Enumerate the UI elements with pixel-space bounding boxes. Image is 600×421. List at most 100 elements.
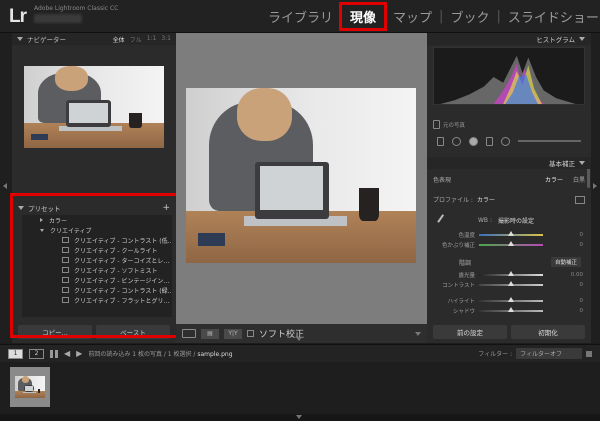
temp-track	[479, 231, 543, 236]
shadows-slider[interactable]: シャドウ 0	[427, 307, 591, 315]
filmstrip-source-path[interactable]: 前回の読み込み 1 枚の写真 / 1 枚選択 / sample.png	[88, 349, 232, 358]
preset-item[interactable]: クリエイティブ - ターコイズとレ…	[22, 255, 172, 265]
slider-knob[interactable]	[508, 307, 514, 312]
slider-value[interactable]: 0	[580, 282, 592, 288]
highlights-slider[interactable]: ハイライト 0	[427, 297, 591, 305]
copy-button[interactable]: コピー...	[18, 325, 92, 339]
preset-item[interactable]: クリエイティブ - フラットとグリ…	[22, 295, 172, 305]
module-slideshow[interactable]: スライドショー	[504, 7, 600, 26]
bottom-toggle-arrow-icon[interactable]	[296, 415, 302, 419]
preset-label: クリエイティブ - クールライト	[74, 247, 158, 255]
slider-knob[interactable]	[508, 297, 514, 302]
module-library[interactable]: ライブラリ	[264, 7, 337, 26]
eyedropper-icon[interactable]	[437, 214, 450, 227]
red-eye-tool-icon[interactable]	[469, 136, 478, 146]
preset-icon	[62, 297, 69, 303]
histogram-header[interactable]: ヒストグラム	[427, 33, 591, 45]
temp-slider[interactable]: 色温度 0	[427, 231, 591, 239]
contrast-slider[interactable]: コントラスト 0	[427, 281, 591, 289]
top-header: Lr Adobe Lightroom Classic CC ライブラリ 現像 マ…	[0, 0, 600, 33]
filmstrip-toggle-arrow-icon[interactable]	[296, 337, 302, 341]
forward-arrow-icon[interactable]: ▶	[76, 349, 82, 358]
slider-value[interactable]: 0	[580, 298, 592, 304]
original-photo-label: 元の写真	[443, 122, 466, 129]
slider-knob[interactable]	[508, 271, 514, 276]
preset-list: カラー クリエイティブ クリエイティブ - コントラスト (低… クリエイティブ…	[22, 215, 172, 317]
preset-item[interactable]: クリエイティブ - コントラスト (低…	[22, 235, 172, 245]
slider-knob[interactable]	[508, 281, 514, 286]
preset-item[interactable]: クリエイティブ - クールライト	[22, 245, 172, 255]
preset-item[interactable]: クリエイティブ - コントラスト (緑…	[22, 285, 172, 295]
module-book[interactable]: ブック	[446, 7, 493, 26]
tint-slider[interactable]: 色かぶり補正 0	[427, 241, 591, 249]
collapse-triangle-icon	[40, 228, 44, 232]
navigator-zoom-options: 全体 フル 1:1 3:1	[113, 35, 171, 44]
profile-browser-icon[interactable]	[575, 195, 585, 204]
filmstrip-thumbnail-cell[interactable]	[10, 367, 50, 407]
secondary-window-button[interactable]: 2	[29, 348, 44, 359]
spot-removal-tool-icon[interactable]	[452, 136, 461, 146]
exposure-slider[interactable]: 露光量 0.00	[427, 271, 591, 279]
preset-item[interactable]: クリエイティブ - ビンテージイン…	[22, 275, 172, 285]
paste-button[interactable]: ペースト	[96, 325, 170, 339]
graduated-filter-icon[interactable]	[486, 136, 493, 146]
module-separator: |	[439, 9, 444, 24]
add-preset-button[interactable]: +	[162, 203, 170, 213]
basic-panel-header[interactable]: 基本補正	[427, 157, 591, 169]
soft-proof-checkbox[interactable]	[247, 330, 254, 337]
filmstrip-thumbnail[interactable]	[15, 376, 45, 398]
treatment-bw-option[interactable]: 白黒	[573, 175, 585, 184]
preset-icon	[62, 237, 69, 243]
grid-view-icon[interactable]	[50, 349, 58, 358]
zoom-fill[interactable]: フル	[130, 35, 142, 44]
app-name: Adobe Lightroom Classic CC	[34, 5, 119, 12]
filter-select[interactable]: フィルターオフ	[516, 348, 582, 359]
treatment-color-option[interactable]: カラー	[545, 175, 563, 184]
reset-button[interactable]: 初期化	[511, 325, 585, 339]
before-after-split-button[interactable]: Y|Y	[224, 328, 242, 339]
preset-folder-creative[interactable]: クリエイティブ	[22, 225, 172, 235]
module-map[interactable]: マップ	[389, 7, 436, 26]
back-arrow-icon[interactable]: ◀	[64, 349, 70, 358]
main-photo[interactable]	[186, 88, 416, 263]
slider-knob[interactable]	[508, 231, 514, 236]
navigator-preview-image[interactable]	[24, 66, 164, 148]
slider-value[interactable]: 0	[580, 242, 592, 248]
slider-knob[interactable]	[508, 241, 514, 246]
navigator-header[interactable]: ナビゲーター 全体 フル 1:1 3:1	[12, 33, 176, 45]
toolbar-menu-arrow-icon[interactable]	[415, 331, 421, 336]
left-panel-arrow-icon[interactable]	[3, 183, 7, 189]
slider-value[interactable]: 0.00	[571, 272, 591, 278]
navigator-title: ナビゲーター	[27, 36, 66, 44]
zoom-3-1[interactable]: 3:1	[161, 35, 171, 44]
preset-item[interactable]: クリエイティブ - ソフトミスト	[22, 265, 172, 275]
auto-tone-button[interactable]: 自動補正	[550, 257, 581, 267]
module-develop[interactable]: 現像	[339, 2, 388, 31]
slider-value[interactable]: 0	[580, 232, 592, 238]
crop-tool-icon[interactable]	[437, 136, 444, 146]
zoom-1-1[interactable]: 1:1	[147, 35, 157, 44]
original-photo-toggle[interactable]: 元の写真	[433, 120, 465, 129]
radial-filter-icon[interactable]	[501, 136, 510, 146]
loupe-view-icon[interactable]	[182, 329, 196, 338]
right-panel: ヒストグラム 元の写真 基本補正 色表現 カラー 白黒 プロファイル : カラー	[427, 33, 591, 343]
profile-select[interactable]: カラー	[477, 195, 495, 204]
before-after-button[interactable]: ▤	[201, 328, 219, 339]
previous-settings-button[interactable]: 前の設定	[433, 325, 507, 339]
preset-icon	[62, 287, 69, 293]
adjustment-brush-slider[interactable]	[518, 140, 581, 142]
module-picker: ライブラリ 現像 マップ | ブック | スライドショー »	[264, 0, 600, 33]
preset-folder-color[interactable]: カラー	[22, 215, 172, 225]
slider-value[interactable]: 0	[580, 308, 592, 314]
right-panel-arrow-icon[interactable]	[593, 183, 597, 189]
slider-label: 露光量	[458, 273, 475, 279]
treatment-row: 色表現 カラー 白黒	[427, 175, 591, 184]
wb-select[interactable]: 撮影時の設定	[498, 216, 534, 225]
slider-label: 色かぶり補正	[441, 243, 475, 249]
slider-label: 色温度	[458, 233, 475, 239]
filter-group: フィルター : フィルターオフ	[478, 348, 592, 359]
primary-window-button[interactable]: 1	[8, 348, 23, 359]
zoom-fit[interactable]: 全体	[113, 35, 125, 44]
presets-header[interactable]: プリセット +	[12, 203, 176, 213]
filter-lock-icon[interactable]	[586, 350, 592, 357]
